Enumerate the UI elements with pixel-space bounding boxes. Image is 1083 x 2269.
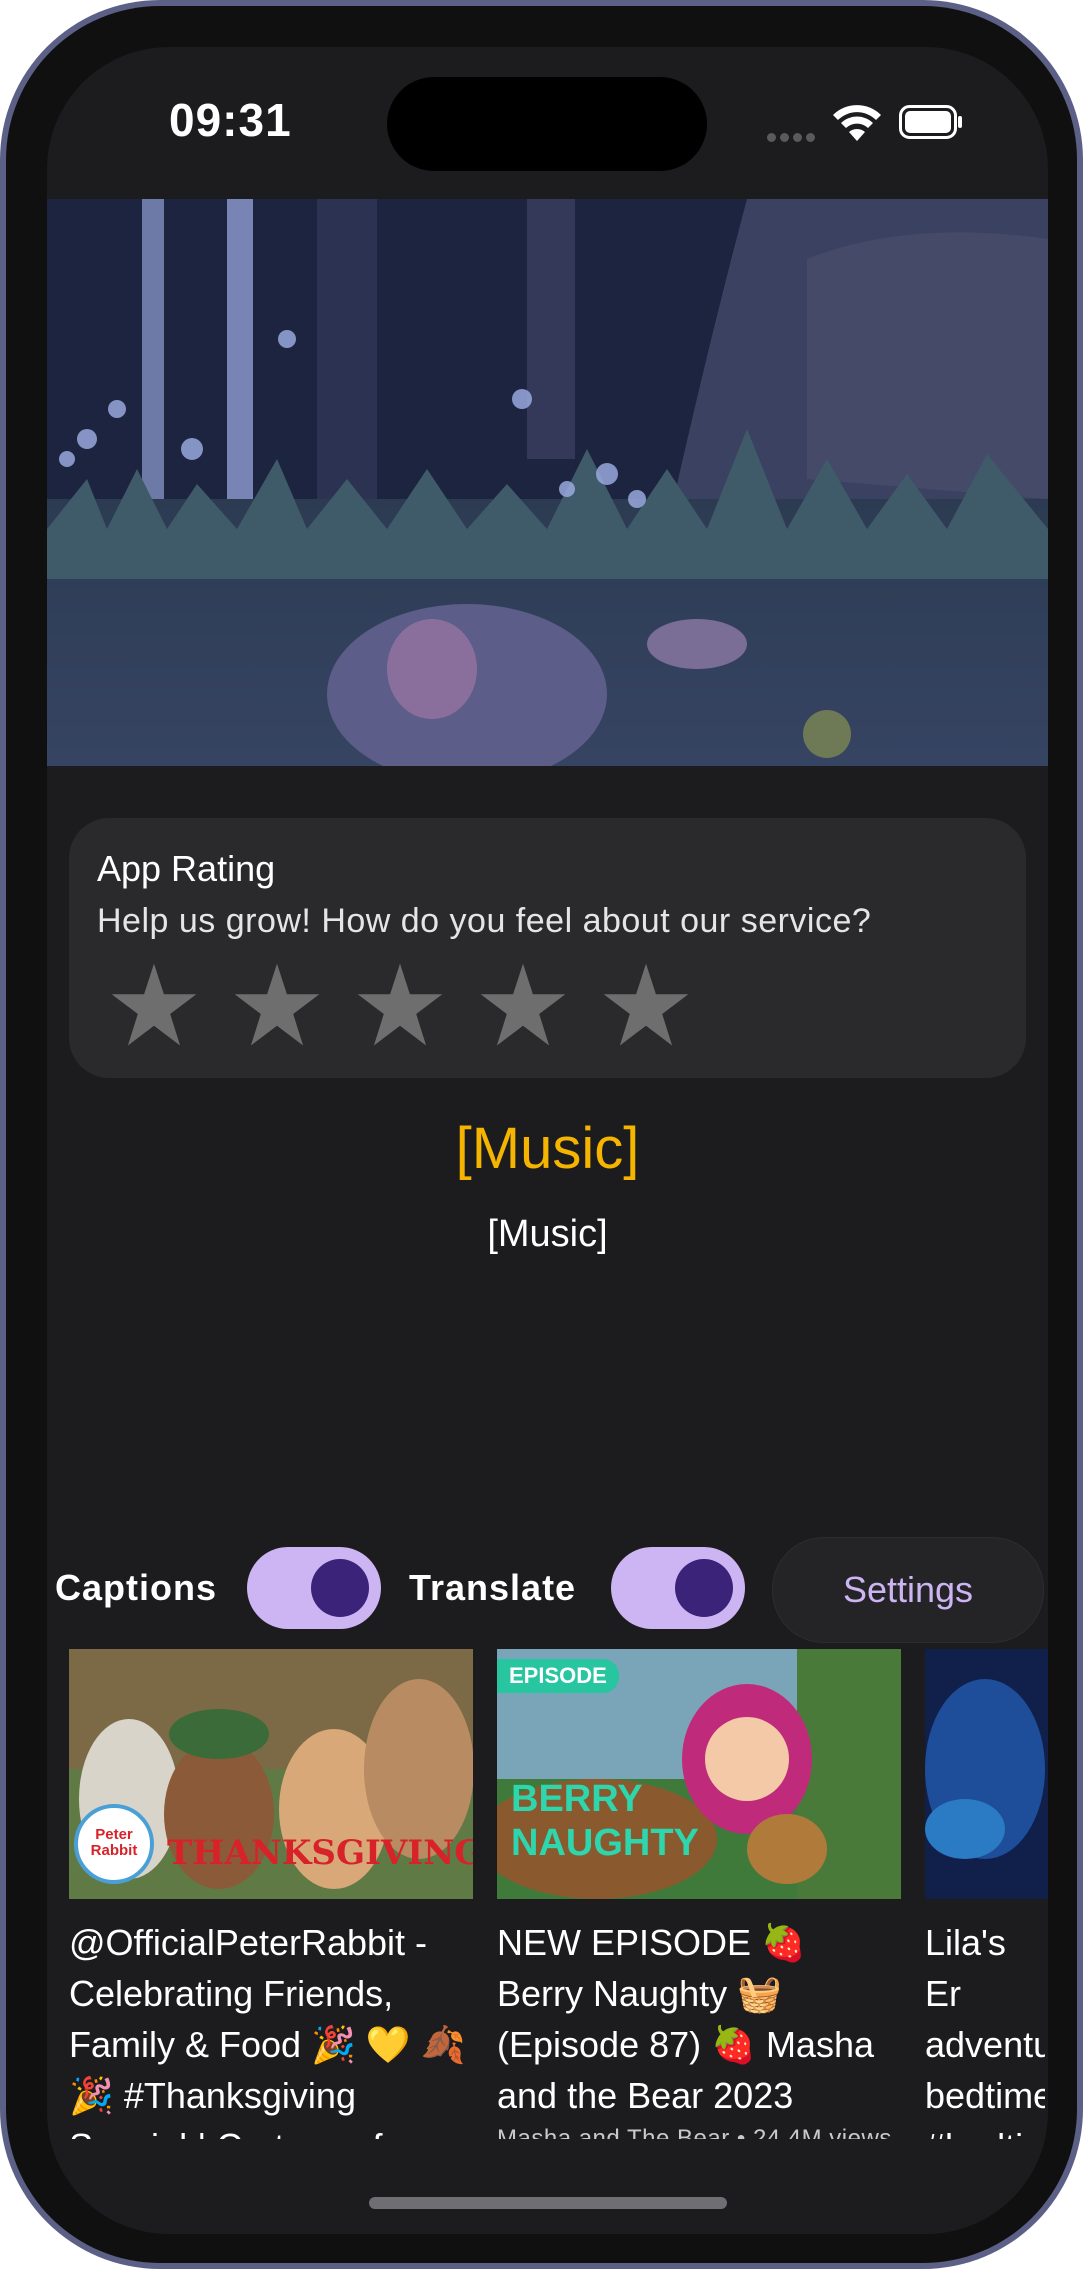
caption-primary: [Music]	[455, 1116, 640, 1181]
video-thumbnail: Peter Rabbit THANKSGIVING	[69, 1649, 473, 1899]
video-thumbnail	[925, 1649, 1048, 1899]
star-1-icon[interactable]	[109, 960, 199, 1050]
video-card[interactable]: Lila's Er adventu bedtime #bedtin #adven	[925, 1649, 1048, 2142]
video-card[interactable]: Peter Rabbit THANKSGIVING @OfficialPeter…	[69, 1649, 473, 2142]
rating-stars	[109, 960, 724, 1050]
video-title: Lila's Er adventu bedtime #bedtin #adven	[925, 1922, 1045, 2142]
cellular-signal-icon	[767, 129, 819, 142]
status-time: 09:31	[169, 94, 292, 146]
bottom-safe-area	[47, 2139, 1048, 2234]
screen: 09:31 App Rating Help us grow! How do yo…	[47, 47, 1048, 2234]
status-bar: 09:31	[47, 47, 1048, 199]
app-rating-card: App Rating Help us grow! How do you feel…	[69, 818, 1026, 1078]
captions-toggle-knob	[311, 1559, 369, 1617]
battery-icon	[899, 105, 962, 139]
video-thumbnail: EPISODE BERRY NAUGHTY	[497, 1649, 901, 1899]
thumbnail-text: BERRY	[511, 1778, 643, 1820]
rating-subtitle: Help us grow! How do you feel about our …	[97, 902, 872, 940]
star-5-icon[interactable]	[601, 960, 691, 1050]
translate-toggle-knob	[675, 1559, 733, 1617]
wifi-icon	[833, 105, 881, 141]
thumbnail-badge: Peter Rabbit	[90, 1826, 138, 1859]
thumbnail-badge: EPISODE	[497, 1659, 619, 1693]
video-card[interactable]: EPISODE BERRY NAUGHTY NEW EPISODE 🍓 Berr…	[497, 1649, 901, 2153]
caption-controls: Captions Translate Settings	[47, 1537, 1048, 1643]
star-3-icon[interactable]	[355, 960, 445, 1050]
video-title: @OfficialPeterRabbit - Celebrating Frien…	[69, 1922, 466, 2142]
translate-toggle[interactable]	[611, 1547, 745, 1629]
rating-title: App Rating	[97, 848, 276, 889]
settings-button[interactable]: Settings	[772, 1537, 1044, 1643]
captions-label: Captions	[55, 1567, 218, 1608]
video-player[interactable]	[47, 199, 1048, 766]
phone-bezel: 09:31 App Rating Help us grow! How do yo…	[6, 6, 1077, 2263]
thumbnail-text: NAUGHTY	[511, 1822, 699, 1864]
star-4-icon[interactable]	[478, 960, 568, 1050]
star-2-icon[interactable]	[232, 960, 322, 1050]
video-title: NEW EPISODE 🍓 Berry Naughty 🧺 (Episode 8…	[497, 1922, 874, 2116]
thumbnail-text: THANKSGIVING	[167, 1833, 473, 1873]
caption-secondary: [Music]	[487, 1213, 608, 1255]
captions-toggle[interactable]	[247, 1547, 381, 1629]
home-indicator[interactable]	[369, 2197, 727, 2209]
dynamic-island	[387, 77, 707, 171]
phone-frame: 09:31 App Rating Help us grow! How do yo…	[0, 0, 1083, 2269]
video-frame-image	[47, 199, 1048, 766]
translate-label: Translate	[409, 1567, 577, 1608]
